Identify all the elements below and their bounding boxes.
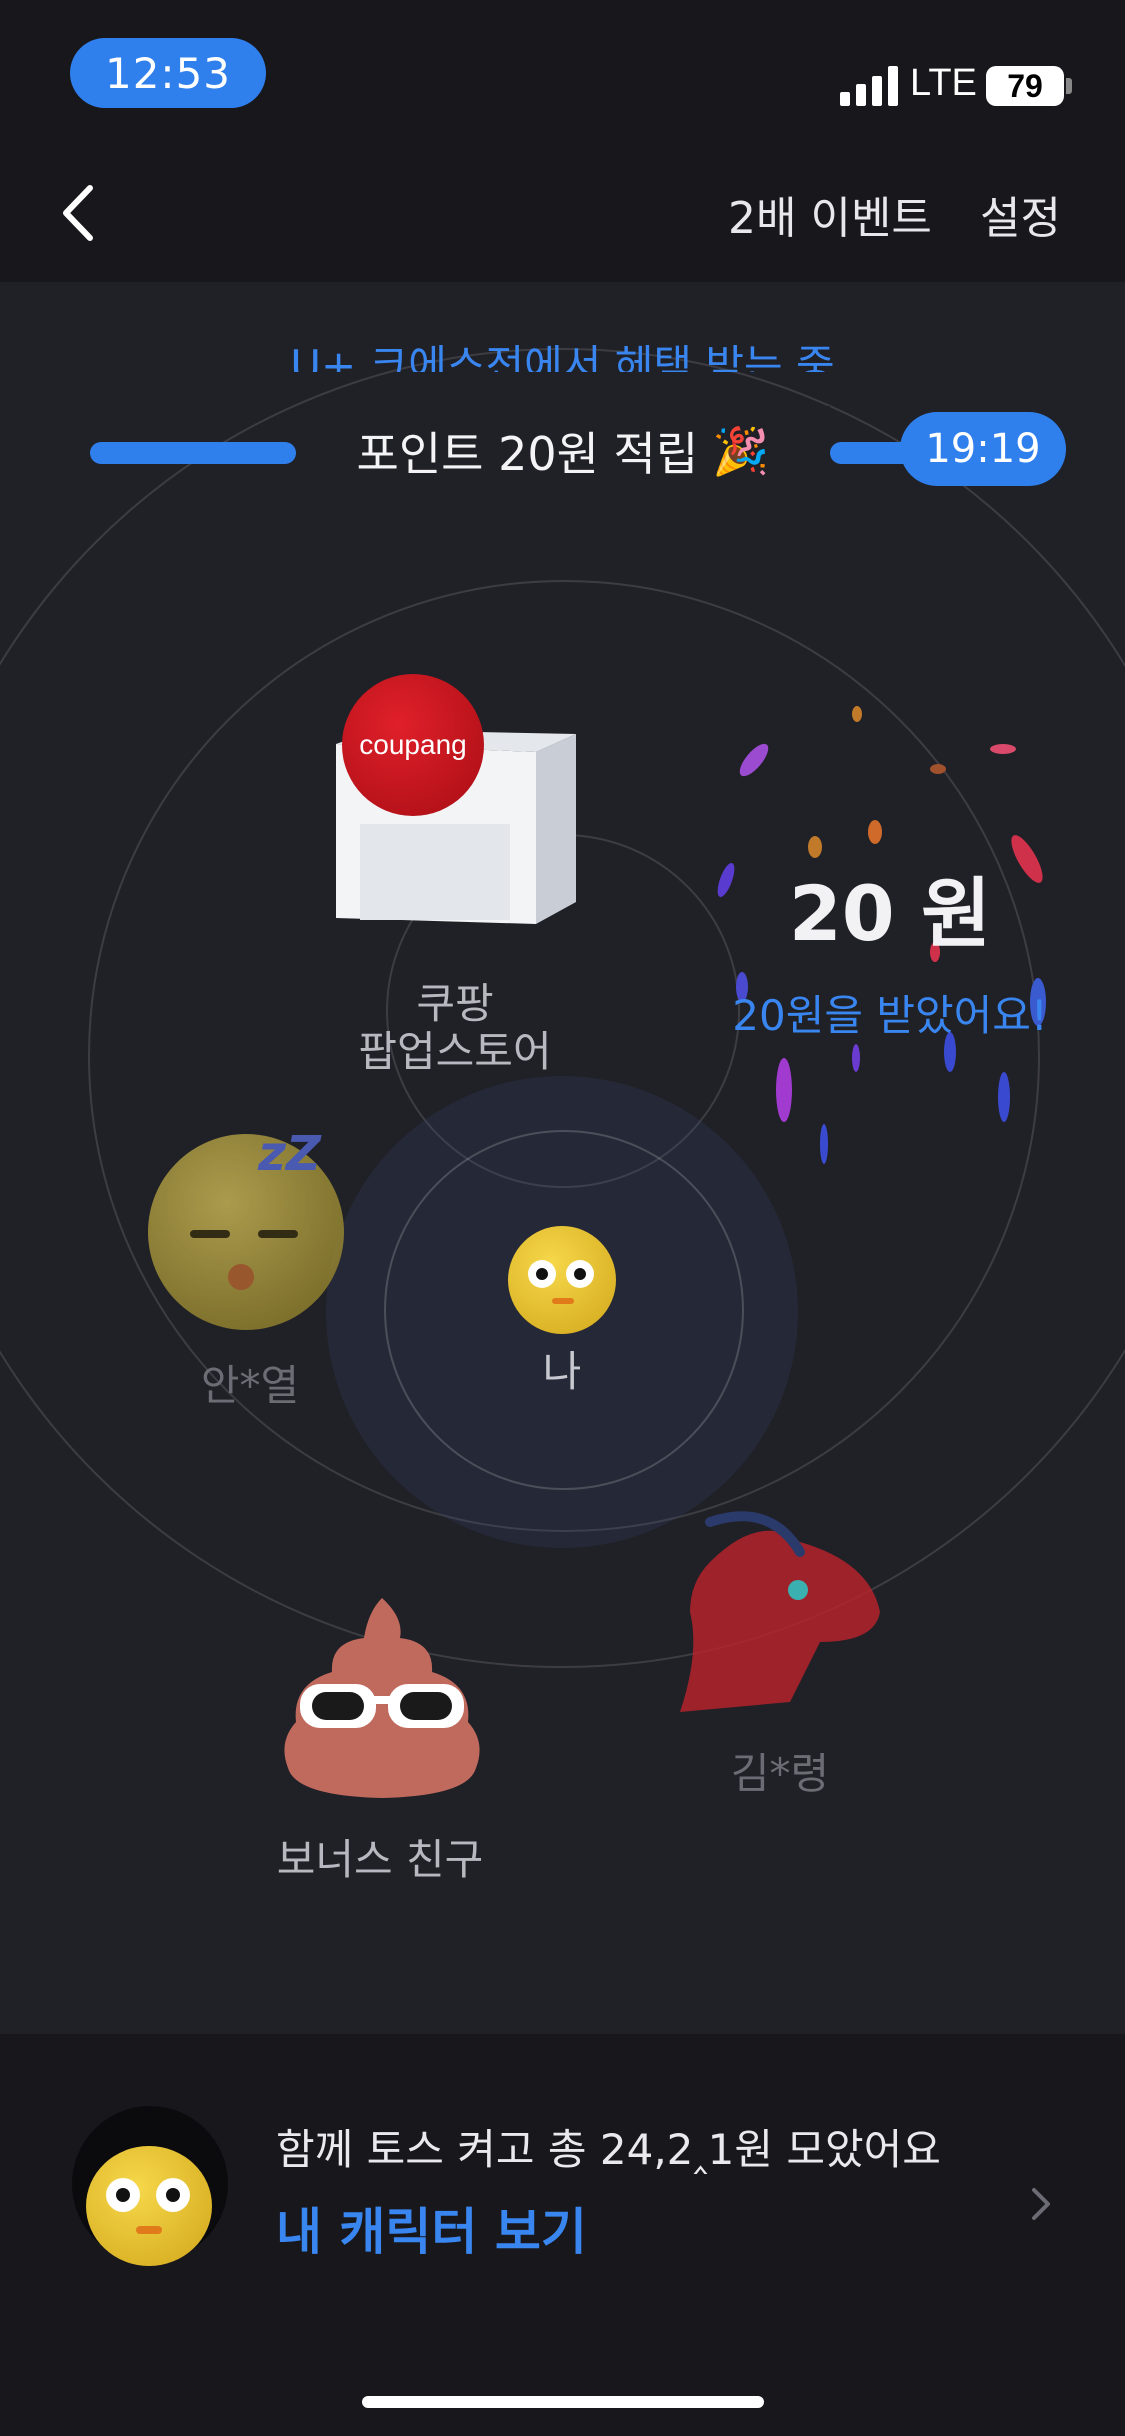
dragon-icon bbox=[680, 1511, 880, 1712]
banner-progress-left bbox=[90, 442, 296, 464]
store-label-line1: 쿠팡 bbox=[416, 979, 494, 1028]
poop-sunglasses-icon bbox=[284, 1598, 480, 1798]
home-indicator bbox=[362, 2396, 764, 2408]
my-avatar bbox=[72, 2106, 228, 2266]
total-summary: 함께 토스 켜고 총 24,2‸1원 모았어요 bbox=[276, 2125, 941, 2174]
bonus-friend[interactable] bbox=[272, 1592, 492, 1802]
reward-message: 20원을 받았어요! bbox=[732, 991, 1048, 1040]
zzz-icon: zZ bbox=[258, 1126, 321, 1182]
reward-amount: 20 원 bbox=[788, 869, 992, 958]
points-banner: 포인트 20원 적립 🎉 bbox=[296, 406, 830, 496]
network-label: LTE bbox=[910, 62, 977, 104]
dragon-friend[interactable] bbox=[670, 1502, 890, 1732]
double-event-link[interactable]: 2배 이벤트 bbox=[728, 182, 932, 246]
store-label: 쿠팡 팝업스토어 bbox=[320, 980, 590, 1076]
battery-icon: 79 bbox=[986, 66, 1064, 106]
friend-label-1: 안*열 bbox=[200, 1361, 300, 1410]
my-character[interactable] bbox=[508, 1226, 616, 1334]
signal-icon bbox=[840, 64, 898, 106]
bonus-friend-label: 보너스 친구 bbox=[276, 1835, 484, 1884]
settings-link[interactable]: 설정 bbox=[980, 182, 1061, 246]
coupang-logo: coupang bbox=[342, 674, 484, 816]
countdown-timer: 19:19 bbox=[900, 412, 1066, 486]
radar-area: U+ 크에스전에서 헤택 받는 중 포인트 20원 적립 🎉 19:19 cou… bbox=[0, 282, 1125, 2034]
view-character-link[interactable]: 내 캐릭터 보기 bbox=[276, 2192, 587, 2264]
store-label-line2: 팝업스토어 bbox=[358, 1027, 552, 1076]
me-label: 나 bbox=[542, 1347, 582, 1396]
status-bar: 12:53 LTE 79 bbox=[0, 0, 1125, 140]
bottom-card[interactable]: 함께 토스 켜고 총 24,2‸1원 모았어요 내 캐릭터 보기 bbox=[0, 2034, 1125, 2436]
banner-title: 포인트 20원 적립 bbox=[356, 427, 699, 481]
friend-label-2: 김*령 bbox=[730, 1749, 830, 1798]
back-chevron-icon[interactable] bbox=[48, 178, 118, 248]
benefit-ticker: U+ 크에스전에서 헤택 받는 중 bbox=[290, 341, 835, 372]
status-time[interactable]: 12:53 bbox=[70, 38, 266, 108]
nav-bar: 2배 이벤트 설정 bbox=[0, 140, 1125, 282]
party-popper-icon: 🎉 bbox=[712, 423, 770, 478]
coupang-store[interactable]: coupang bbox=[326, 674, 586, 934]
sleeping-friend[interactable]: zZ bbox=[148, 1126, 348, 1334]
battery-cap bbox=[1066, 78, 1072, 94]
chevron-right-icon[interactable] bbox=[1026, 2182, 1056, 2226]
my-avatar-face-icon bbox=[86, 2146, 212, 2266]
coupang-logo-text: coupang bbox=[359, 729, 467, 760]
